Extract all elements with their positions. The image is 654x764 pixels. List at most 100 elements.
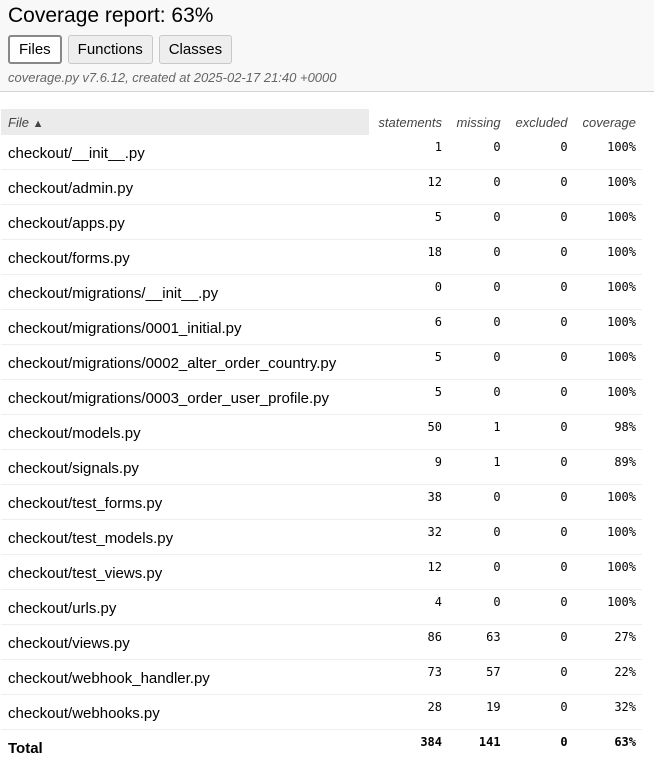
statements-cell: 5 xyxy=(369,205,448,240)
statements-cell: 86 xyxy=(369,625,448,660)
file-link[interactable]: checkout/urls.py xyxy=(1,590,369,625)
statements-cell: 28 xyxy=(369,695,448,730)
file-link[interactable]: checkout/admin.py xyxy=(1,170,369,205)
missing-cell: 0 xyxy=(448,380,507,415)
excluded-cell: 0 xyxy=(507,415,574,450)
excluded-cell: 0 xyxy=(507,695,574,730)
missing-cell: 1 xyxy=(448,415,507,450)
table-row: checkout/__init__.py100100% xyxy=(1,135,642,170)
column-label-file: File xyxy=(8,115,29,130)
statements-cell: 73 xyxy=(369,660,448,695)
total-missing: 141 xyxy=(448,730,507,764)
statements-cell: 38 xyxy=(369,485,448,520)
missing-cell: 0 xyxy=(448,345,507,380)
table-row: checkout/views.py8663027% xyxy=(1,625,642,660)
table-row: checkout/webhook_handler.py7357022% xyxy=(1,660,642,695)
coverage-cell: 100% xyxy=(574,310,642,345)
file-link[interactable]: checkout/forms.py xyxy=(1,240,369,275)
missing-cell: 0 xyxy=(448,240,507,275)
table-row: checkout/migrations/0003_order_user_prof… xyxy=(1,380,642,415)
file-link[interactable]: checkout/__init__.py xyxy=(1,135,369,170)
excluded-cell: 0 xyxy=(507,450,574,485)
coverage-cell: 100% xyxy=(574,205,642,240)
coverage-cell: 100% xyxy=(574,380,642,415)
file-link[interactable]: checkout/test_models.py xyxy=(1,520,369,555)
file-link[interactable]: checkout/migrations/0001_initial.py xyxy=(1,310,369,345)
file-link[interactable]: checkout/models.py xyxy=(1,415,369,450)
statements-cell: 5 xyxy=(369,380,448,415)
total-label: Total xyxy=(1,730,369,764)
excluded-cell: 0 xyxy=(507,380,574,415)
coverage-cell: 100% xyxy=(574,555,642,590)
missing-cell: 19 xyxy=(448,695,507,730)
table-row: checkout/migrations/0001_initial.py60010… xyxy=(1,310,642,345)
column-header-file[interactable]: File ▲ xyxy=(1,109,369,135)
total-coverage: 63% xyxy=(574,730,642,764)
column-header-coverage[interactable]: coverage xyxy=(574,109,642,135)
file-link[interactable]: checkout/test_forms.py xyxy=(1,485,369,520)
tab-classes[interactable]: Classes xyxy=(159,35,232,64)
column-header-missing[interactable]: missing xyxy=(448,109,507,135)
missing-cell: 0 xyxy=(448,485,507,520)
file-link[interactable]: checkout/migrations/0003_order_user_prof… xyxy=(1,380,369,415)
file-link[interactable]: checkout/migrations/__init__.py xyxy=(1,275,369,310)
coverage-table: File ▲ statements missing excluded cover… xyxy=(1,109,642,764)
excluded-cell: 0 xyxy=(507,485,574,520)
table-row: checkout/test_views.py1200100% xyxy=(1,555,642,590)
file-link[interactable]: checkout/views.py xyxy=(1,625,369,660)
missing-cell: 0 xyxy=(448,520,507,555)
missing-cell: 0 xyxy=(448,170,507,205)
missing-cell: 1 xyxy=(448,450,507,485)
excluded-cell: 0 xyxy=(507,660,574,695)
coverage-cell: 100% xyxy=(574,485,642,520)
coverage-cell: 89% xyxy=(574,450,642,485)
table-row: checkout/models.py501098% xyxy=(1,415,642,450)
file-link[interactable]: checkout/test_views.py xyxy=(1,555,369,590)
file-link[interactable]: checkout/migrations/0002_alter_order_cou… xyxy=(1,345,369,380)
excluded-cell: 0 xyxy=(507,275,574,310)
missing-cell: 0 xyxy=(448,135,507,170)
coverage-cell: 100% xyxy=(574,135,642,170)
column-header-excluded[interactable]: excluded xyxy=(507,109,574,135)
coverage-cell: 100% xyxy=(574,520,642,555)
statements-cell: 4 xyxy=(369,590,448,625)
excluded-cell: 0 xyxy=(507,135,574,170)
coverage-cell: 32% xyxy=(574,695,642,730)
missing-cell: 0 xyxy=(448,275,507,310)
total-statements: 384 xyxy=(369,730,448,764)
missing-cell: 0 xyxy=(448,555,507,590)
tab-functions[interactable]: Functions xyxy=(68,35,153,64)
sort-ascending-icon: ▲ xyxy=(33,118,44,130)
table-row: checkout/admin.py1200100% xyxy=(1,170,642,205)
statements-cell: 1 xyxy=(369,135,448,170)
file-link[interactable]: checkout/webhook_handler.py xyxy=(1,660,369,695)
file-link[interactable]: checkout/signals.py xyxy=(1,450,369,485)
missing-cell: 63 xyxy=(448,625,507,660)
file-link[interactable]: checkout/apps.py xyxy=(1,205,369,240)
statements-cell: 6 xyxy=(369,310,448,345)
table-row: checkout/test_models.py3200100% xyxy=(1,520,642,555)
excluded-cell: 0 xyxy=(507,345,574,380)
statements-cell: 9 xyxy=(369,450,448,485)
page-title: Coverage report: 63% xyxy=(8,4,654,28)
missing-cell: 0 xyxy=(448,590,507,625)
column-header-statements[interactable]: statements xyxy=(369,109,448,135)
missing-cell: 57 xyxy=(448,660,507,695)
table-row: checkout/apps.py500100% xyxy=(1,205,642,240)
coverage-cell: 100% xyxy=(574,240,642,275)
statements-cell: 32 xyxy=(369,520,448,555)
coverage-cell: 98% xyxy=(574,415,642,450)
table-header-row: File ▲ statements missing excluded cover… xyxy=(1,109,642,135)
coverage-cell: 100% xyxy=(574,170,642,205)
excluded-cell: 0 xyxy=(507,310,574,345)
statements-cell: 18 xyxy=(369,240,448,275)
statements-cell: 0 xyxy=(369,275,448,310)
generator-info: coverage.py v7.6.12, created at 2025-02-… xyxy=(8,70,654,85)
statements-cell: 5 xyxy=(369,345,448,380)
tab-files[interactable]: Files xyxy=(8,35,62,64)
table-row: checkout/migrations/__init__.py000100% xyxy=(1,275,642,310)
coverage-cell: 27% xyxy=(574,625,642,660)
total-row: Total 384 141 0 63% xyxy=(1,730,642,764)
excluded-cell: 0 xyxy=(507,170,574,205)
file-link[interactable]: checkout/webhooks.py xyxy=(1,695,369,730)
